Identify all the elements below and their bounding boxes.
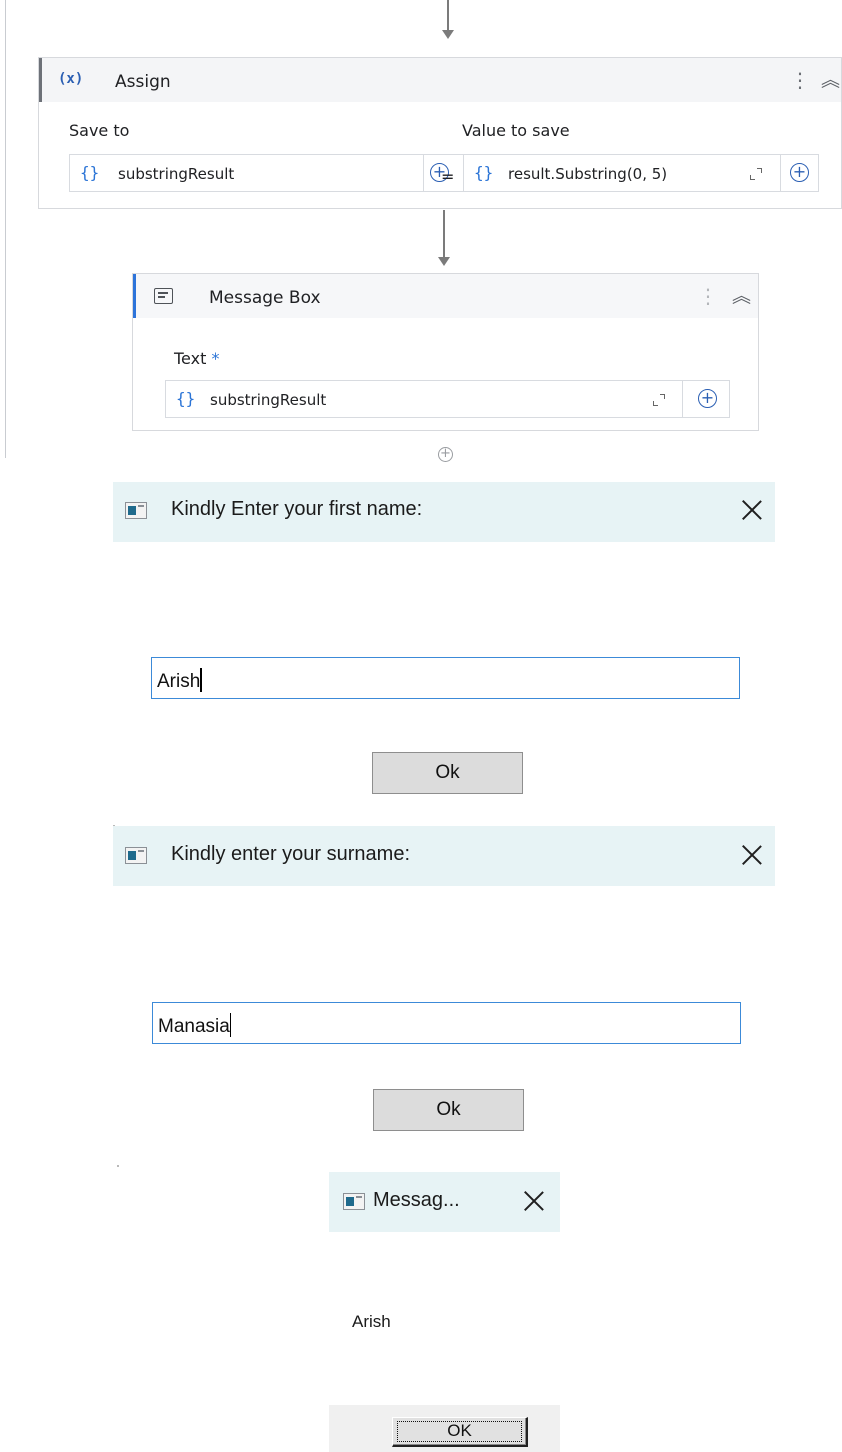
plus-circle-icon[interactable]: + bbox=[790, 163, 809, 182]
first-name-dialog-titlebar: Kindly Enter your first name: bbox=[113, 482, 775, 542]
first-name-input[interactable]: Arish bbox=[151, 657, 740, 699]
assign-header[interactable]: (x) Assign ⋮ ︽ bbox=[39, 58, 841, 102]
close-icon[interactable] bbox=[741, 499, 763, 521]
result-dialog-title: Messag... bbox=[373, 1189, 460, 1211]
save-to-field[interactable]: {} substringResult + bbox=[69, 154, 464, 192]
field-separator bbox=[423, 155, 424, 191]
close-icon[interactable] bbox=[741, 844, 763, 866]
assign-title: Assign bbox=[115, 72, 171, 92]
value-to-save-field[interactable]: {} result.Substring(0, 5) + bbox=[463, 154, 819, 192]
text-field[interactable]: {} substringResult + bbox=[165, 380, 730, 418]
first-name-dialog-title: Kindly Enter your first name: bbox=[171, 498, 423, 520]
kebab-icon[interactable]: ⋮ bbox=[790, 70, 810, 90]
message-box-icon bbox=[154, 288, 173, 304]
variable-icon: (x) bbox=[58, 71, 84, 87]
required-marker: * bbox=[211, 349, 220, 368]
text-caret bbox=[200, 668, 202, 692]
result-dialog-titlebar: Messag... bbox=[329, 1172, 560, 1232]
plus-circle-icon[interactable]: + bbox=[698, 389, 717, 408]
add-activity-icon[interactable]: + bbox=[438, 447, 453, 462]
connector-top bbox=[447, 0, 449, 30]
canvas-left-border bbox=[5, 0, 6, 458]
result-message: Arish bbox=[352, 1312, 391, 1331]
expand-icon[interactable] bbox=[750, 168, 762, 180]
text-label-text: Text bbox=[174, 349, 207, 368]
surname-dialog-title: Kindly enter your surname: bbox=[171, 843, 411, 865]
close-icon[interactable] bbox=[523, 1190, 545, 1212]
message-box-activity[interactable]: Message Box ⋮ ︽ Text * {} substringResul… bbox=[132, 273, 759, 431]
connector-middle bbox=[443, 210, 445, 258]
equals-sign: = bbox=[441, 167, 455, 186]
save-to-value: substringResult bbox=[118, 165, 235, 183]
ok-button[interactable]: OK bbox=[392, 1417, 528, 1447]
save-to-label: Save to bbox=[69, 121, 130, 140]
surname-input-value: Manasia bbox=[158, 1016, 230, 1037]
field-separator bbox=[780, 155, 781, 191]
window-icon bbox=[125, 502, 147, 519]
arrow-down-icon bbox=[438, 257, 450, 266]
ok-button[interactable]: Ok bbox=[372, 752, 523, 794]
braces-icon: {} bbox=[80, 163, 100, 182]
text-label: Text * bbox=[174, 349, 219, 368]
assign-activity[interactable]: (x) Assign ⋮ ︽ Save to Value to save {} … bbox=[38, 57, 842, 209]
collapse-icon[interactable]: ︽ bbox=[732, 287, 751, 306]
braces-icon: {} bbox=[474, 163, 494, 182]
surname-dialog-titlebar: Kindly enter your surname: bbox=[113, 826, 775, 886]
first-name-input-value: Arish bbox=[157, 671, 201, 692]
text-value: substringResult bbox=[210, 391, 327, 409]
message-box-title: Message Box bbox=[209, 288, 321, 308]
ok-button[interactable]: Ok bbox=[373, 1089, 524, 1131]
field-separator bbox=[682, 381, 683, 417]
text-caret bbox=[229, 1013, 232, 1037]
value-to-save-value: result.Substring(0, 5) bbox=[508, 165, 668, 183]
focus-rectangle bbox=[397, 1421, 522, 1442]
braces-icon: {} bbox=[176, 389, 196, 408]
divider-dot bbox=[117, 1165, 119, 1167]
arrow-down-icon bbox=[442, 30, 454, 39]
result-dialog-button-area: OK bbox=[329, 1405, 560, 1452]
value-to-save-label: Value to save bbox=[462, 121, 570, 140]
message-box-header[interactable]: Message Box ⋮ ︽ bbox=[133, 274, 758, 318]
window-icon bbox=[125, 847, 147, 864]
expand-icon[interactable] bbox=[653, 394, 665, 406]
collapse-icon[interactable]: ︽ bbox=[821, 71, 840, 90]
kebab-icon[interactable]: ⋮ bbox=[698, 286, 718, 306]
window-icon bbox=[343, 1193, 365, 1210]
workflow-designer: (x) Assign ⋮ ︽ Save to Value to save {} … bbox=[0, 0, 842, 462]
surname-input[interactable]: Manasia bbox=[152, 1002, 741, 1044]
